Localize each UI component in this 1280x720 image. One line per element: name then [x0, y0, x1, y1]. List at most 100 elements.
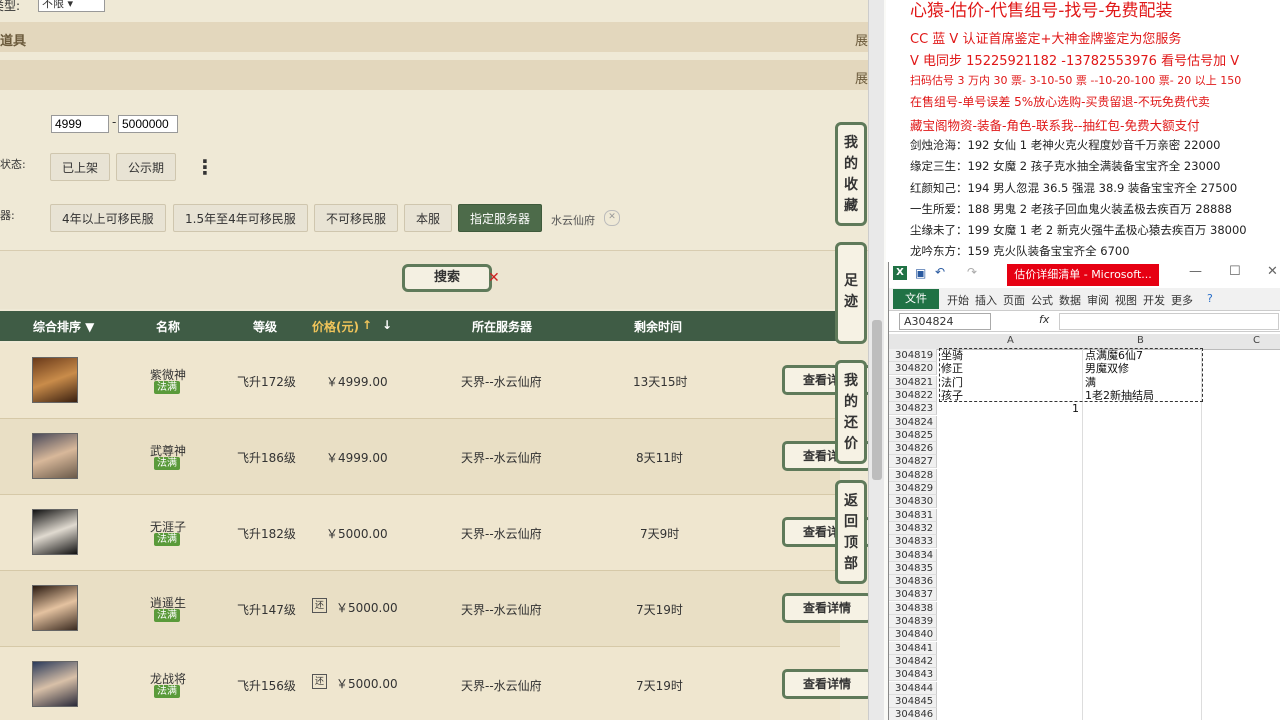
- row-number[interactable]: 304822: [889, 388, 937, 402]
- sort-header[interactable]: 综合排序 ▼: [33, 318, 94, 335]
- row-number[interactable]: 304819: [889, 349, 937, 362]
- grid-line: [1201, 348, 1202, 720]
- back-to-top-button[interactable]: 返回顶部: [835, 480, 867, 584]
- bargain-icon: 还: [312, 598, 327, 613]
- tab-layout[interactable]: 页面: [1003, 292, 1025, 308]
- help-icon[interactable]: ?: [1207, 292, 1213, 305]
- tab-file[interactable]: 文件: [893, 289, 939, 309]
- server-4year-button[interactable]: 4年以上可移民服: [50, 204, 166, 232]
- my-bargain-button[interactable]: 我的还价: [835, 360, 867, 464]
- tab-review[interactable]: 审阅: [1087, 292, 1109, 308]
- grid-line: [1082, 348, 1083, 720]
- table-row[interactable]: 龙战将 法满 飞升156级 还 ￥5000.00 天界--水云仙府 7天19时 …: [0, 647, 870, 720]
- price-up-icon[interactable]: ↑: [362, 318, 372, 332]
- time-header: 剩余时间: [634, 320, 683, 334]
- table-row[interactable]: 无涯子 法满 飞升182级 ￥5000.00 天界--水云仙府 7天9时 查看详: [0, 495, 870, 571]
- row-number[interactable]: 304821: [889, 375, 937, 389]
- strip-expand-2[interactable]: 展: [855, 68, 868, 87]
- row-number[interactable]: 304830: [889, 495, 937, 509]
- table-row[interactable]: 紫微神 法满 飞升172级 ￥4999.00 天界--水云仙府 13天15时 查…: [0, 343, 870, 419]
- name-box[interactable]: A304824: [899, 313, 991, 330]
- row-number[interactable]: 304828: [889, 468, 937, 482]
- row-number[interactable]: 304827: [889, 455, 937, 469]
- server-nomigrate-button[interactable]: 不可移民服: [314, 204, 399, 232]
- view-detail-button[interactable]: 查看详情: [782, 593, 870, 623]
- tab-insert[interactable]: 插入: [975, 292, 997, 308]
- redo-icon[interactable]: ↷: [967, 265, 977, 279]
- row-level: 飞升147级: [237, 603, 296, 617]
- my-favorites-button[interactable]: 我的收藏: [835, 122, 867, 226]
- tab-more[interactable]: 更多: [1171, 292, 1193, 308]
- price-min-input[interactable]: [51, 115, 109, 133]
- cell-a[interactable]: 1: [1072, 402, 1079, 415]
- tab-data[interactable]: 数据: [1059, 292, 1081, 308]
- ad-line: 缘定三生：192 女魔 2 孩子克水抽全满装备宝宝齐全 23000: [910, 159, 1221, 173]
- status-listed-button[interactable]: 已上架: [50, 153, 111, 181]
- row-number[interactable]: 304845: [889, 694, 937, 708]
- row-number[interactable]: 304829: [889, 482, 937, 495]
- fx-icon[interactable]: fx: [1039, 313, 1049, 326]
- tab-view[interactable]: 视图: [1115, 292, 1137, 308]
- bargain-icon: 还: [312, 674, 327, 689]
- row-number[interactable]: 304841: [889, 641, 937, 655]
- col-header-c[interactable]: C: [1253, 335, 1260, 346]
- category-strip-2[interactable]: 展: [0, 60, 870, 90]
- row-number[interactable]: 304840: [889, 628, 937, 642]
- maximize-icon[interactable]: ☐: [1229, 264, 1241, 279]
- row-number[interactable]: 304838: [889, 601, 937, 615]
- row-number[interactable]: 304832: [889, 521, 937, 535]
- cancel-x-icon: ✕: [488, 270, 500, 286]
- category-strip-items[interactable]: 道具 展: [0, 22, 870, 52]
- price-header[interactable]: 价格(元): [312, 318, 359, 335]
- excel-title: 估价详细清单 - Microsoft...: [1007, 264, 1159, 286]
- search-button[interactable]: 搜索: [402, 264, 492, 292]
- view-detail-button[interactable]: 查看详情: [782, 669, 870, 699]
- row-number[interactable]: 304836: [889, 575, 937, 589]
- undo-icon[interactable]: ↶: [935, 265, 945, 279]
- row-time: 7天19时: [636, 679, 683, 693]
- tab-formulas[interactable]: 公式: [1031, 292, 1053, 308]
- tab-home[interactable]: 开始: [947, 292, 969, 308]
- row-number[interactable]: 304843: [889, 668, 937, 682]
- row-number[interactable]: 304825: [889, 428, 937, 442]
- table-row[interactable]: 逍遥生 法满 飞升147级 还 ￥5000.00 天界--水云仙府 7天19时 …: [0, 571, 870, 647]
- row-number[interactable]: 304826: [889, 442, 937, 456]
- table-row[interactable]: 武尊神 法满 飞升186级 ￥4999.00 天界--水云仙府 8天11时 查看…: [0, 419, 870, 495]
- col-header-b[interactable]: B: [1137, 335, 1144, 346]
- row-number[interactable]: 304835: [889, 561, 937, 575]
- formula-input[interactable]: [1059, 313, 1279, 330]
- server-1.5year-button[interactable]: 1.5年至4年可移民服: [173, 204, 308, 232]
- price-max-input[interactable]: [118, 115, 178, 133]
- footprint-button[interactable]: 足迹: [835, 242, 867, 344]
- type-select[interactable]: 不限 ▾: [38, 0, 105, 12]
- row-number[interactable]: 304842: [889, 654, 937, 668]
- save-icon[interactable]: ▣: [915, 266, 926, 280]
- row-number[interactable]: 304846: [889, 708, 937, 720]
- tab-developer[interactable]: 开发: [1143, 292, 1165, 308]
- row-number[interactable]: 304820: [889, 362, 937, 376]
- price-down-icon[interactable]: ↓: [382, 318, 392, 332]
- row-number[interactable]: 304837: [889, 588, 937, 602]
- row-number[interactable]: 304824: [889, 415, 937, 429]
- page-scrollbar[interactable]: [868, 0, 885, 720]
- row-number[interactable]: 304823: [889, 402, 937, 416]
- strip-expand-1[interactable]: 展: [855, 30, 868, 49]
- type-label: 类型:: [0, 0, 21, 13]
- row-number[interactable]: 304833: [889, 535, 937, 549]
- row-number[interactable]: 304839: [889, 615, 937, 628]
- row-number[interactable]: 304844: [889, 681, 937, 695]
- row-number[interactable]: 304831: [889, 508, 937, 522]
- row-number[interactable]: 304834: [889, 548, 937, 562]
- status-label: 状态:: [0, 158, 26, 171]
- server-specified-button[interactable]: 指定服务器: [458, 204, 543, 232]
- minimize-icon[interactable]: —: [1189, 264, 1202, 279]
- status-public-button[interactable]: 公示期: [116, 153, 177, 181]
- close-icon[interactable]: ✕: [1267, 264, 1278, 279]
- more-icon[interactable]: ⋮: [195, 155, 215, 179]
- ad-line: 龙吟东方：159 克火队装备宝宝齐全 6700: [910, 244, 1130, 258]
- clear-server-icon[interactable]: ✕: [604, 210, 620, 226]
- server-this-button[interactable]: 本服: [404, 204, 453, 232]
- scrollbar-thumb[interactable]: [872, 320, 882, 480]
- col-header-a[interactable]: A: [1007, 335, 1014, 346]
- row-level: 飞升172级: [237, 375, 296, 389]
